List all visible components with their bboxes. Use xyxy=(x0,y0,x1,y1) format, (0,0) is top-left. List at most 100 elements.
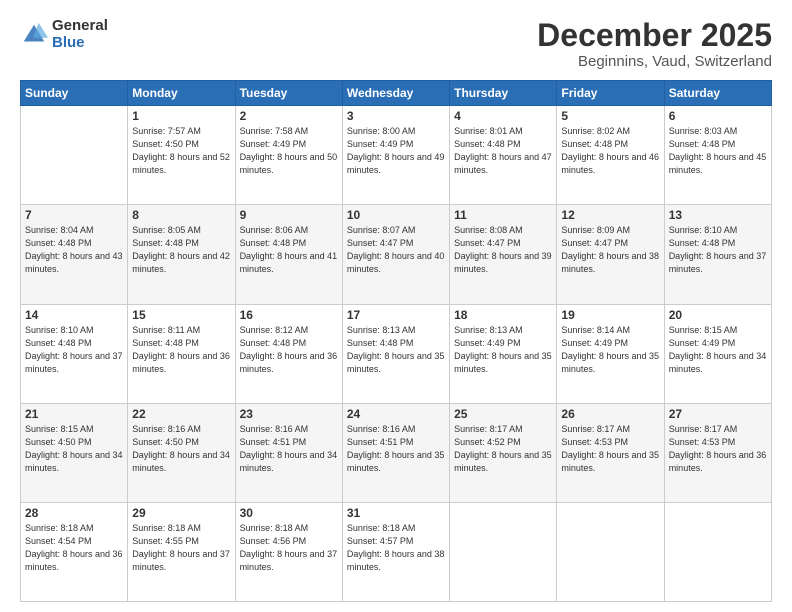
day-info-line: Sunrise: 8:10 AM xyxy=(669,225,738,235)
day-info-line: Sunset: 4:50 PM xyxy=(132,437,199,447)
day-info-line: Sunset: 4:57 PM xyxy=(347,536,414,546)
day-info-line: Daylight: 8 hours and 42 minutes. xyxy=(132,251,230,274)
day-number: 10 xyxy=(347,208,445,222)
day-info-line: Sunrise: 8:16 AM xyxy=(132,424,201,434)
day-info-line: Daylight: 8 hours and 36 minutes. xyxy=(25,549,123,572)
day-info-line: Sunset: 4:48 PM xyxy=(132,338,199,348)
calendar-day-cell xyxy=(557,502,664,601)
day-info-line: Daylight: 8 hours and 52 minutes. xyxy=(132,152,230,175)
day-info-line: Daylight: 8 hours and 50 minutes. xyxy=(240,152,338,175)
day-info: Sunrise: 8:07 AMSunset: 4:47 PMDaylight:… xyxy=(347,224,445,276)
calendar-day-cell: 3Sunrise: 8:00 AMSunset: 4:49 PMDaylight… xyxy=(342,106,449,205)
calendar-day-cell: 21 Sunrise: 8:15 AMSunset: 4:50 PMDayligh… xyxy=(21,403,128,502)
day-info-line: Sunrise: 7:58 AM xyxy=(240,126,309,136)
day-info-line: Sunset: 4:48 PM xyxy=(132,238,199,248)
day-info-line: Sunset: 4:47 PM xyxy=(454,238,521,248)
day-info-line: Sunset: 4:49 PM xyxy=(240,139,307,149)
logo-text: General Blue xyxy=(52,18,108,51)
day-info-line: Sunrise: 8:18 AM xyxy=(132,523,201,533)
day-number: 8 xyxy=(132,208,230,222)
calendar-day-cell: 30Sunrise: 8:18 AMSunset: 4:56 PMDayligh… xyxy=(235,502,342,601)
day-number: 23 xyxy=(240,407,338,421)
day-info: Sunrise: 8:13 AMSunset: 4:48 PMDaylight:… xyxy=(347,324,445,376)
day-number: 2 xyxy=(240,109,338,123)
day-info-line: Sunset: 4:50 PM xyxy=(132,139,199,149)
day-number: 26 xyxy=(561,407,659,421)
day-info: Sunrise: 7:58 AM Sunset: 4:49 PM Daylight:… xyxy=(240,125,338,177)
day-info-line: Daylight: 8 hours and 39 minutes. xyxy=(454,251,552,274)
calendar-header-row: SundayMondayTuesdayWednesdayThursdayFrid… xyxy=(21,81,772,106)
calendar-day-cell xyxy=(450,502,557,601)
day-info-line: Sunrise: 8:01 AM xyxy=(454,126,523,136)
day-info-line: Sunset: 4:55 PM xyxy=(132,536,199,546)
day-info-line: Sunset: 4:47 PM xyxy=(561,238,628,248)
day-info-line: Daylight: 8 hours and 47 minutes. xyxy=(454,152,552,175)
calendar-day-cell: 31 Sunrise: 8:18 AM Sunset: 4:57 PM Dayligh… xyxy=(342,502,449,601)
day-info-line: Sunrise: 8:15 AM xyxy=(25,424,94,434)
calendar-day-cell: 13Sunrise: 8:10 AMSunset: 4:48 PMDayligh… xyxy=(664,205,771,304)
day-info-line: Sunrise: 7:57 AM xyxy=(132,126,201,136)
day-info-line: Sunset: 4:54 PM xyxy=(25,536,92,546)
day-info-line: Sunset: 4:52 PM xyxy=(454,437,521,447)
calendar-day-cell: 19Sunrise: 8:14 AMSunset: 4:49 PMDayligh… xyxy=(557,304,664,403)
weekday-header: Saturday xyxy=(664,81,771,106)
day-number: 31 xyxy=(347,506,445,520)
day-info: Sunrise: 8:03 AMSunset: 4:48 PMDaylight:… xyxy=(669,125,767,177)
day-number: 21 xyxy=(25,407,123,421)
day-info-line: Sunrise: 8:18 AM xyxy=(347,523,416,533)
day-info-line: Sunset: 4:48 PM xyxy=(240,338,307,348)
day-info-line: Daylight: 8 hours and 43 minutes. xyxy=(25,251,123,274)
day-number: 16 xyxy=(240,308,338,322)
day-info-line: Daylight: 8 hours and 38 minutes. xyxy=(347,549,445,572)
calendar-day-cell: 26 Sunrise: 8:17 AMSunset: 4:53 PMDayligh… xyxy=(557,403,664,502)
calendar-day-cell: 12Sunrise: 8:09 AMSunset: 4:47 PMDayligh… xyxy=(557,205,664,304)
day-info-line: Sunrise: 8:14 AM xyxy=(561,325,630,335)
calendar-week-row: 1 Sunrise: 7:57 AM Sunset: 4:50 PM Daylight… xyxy=(21,106,772,205)
day-number: 18 xyxy=(454,308,552,322)
day-info: Sunrise: 8:05 AMSunset: 4:48 PMDaylight:… xyxy=(132,224,230,276)
day-number: 24 xyxy=(347,407,445,421)
calendar-day-cell: 17Sunrise: 8:13 AMSunset: 4:48 PMDayligh… xyxy=(342,304,449,403)
calendar-day-cell xyxy=(21,106,128,205)
day-info-line: Daylight: 8 hours and 40 minutes. xyxy=(347,251,445,274)
day-number: 25 xyxy=(454,407,552,421)
calendar-day-cell: 8 Sunrise: 8:05 AMSunset: 4:48 PMDaylight… xyxy=(128,205,235,304)
day-info-line: Sunrise: 8:07 AM xyxy=(347,225,416,235)
logo-blue-text: Blue xyxy=(52,35,108,52)
day-info: Sunrise: 8:17 AMSunset: 4:52 PMDaylight:… xyxy=(454,423,552,475)
day-number: 29 xyxy=(132,506,230,520)
calendar-day-cell: 20Sunrise: 8:15 AMSunset: 4:49 PMDayligh… xyxy=(664,304,771,403)
day-info: Sunrise: 8:01 AM Sunset: 4:48 PM Daylight:… xyxy=(454,125,552,177)
day-info-line: Sunrise: 8:15 AM xyxy=(669,325,738,335)
day-info-line: Sunset: 4:53 PM xyxy=(669,437,736,447)
day-info-line: Sunrise: 8:12 AM xyxy=(240,325,309,335)
calendar-day-cell: 23 Sunrise: 8:16 AM Sunset: 4:51 PM Dayligh… xyxy=(235,403,342,502)
day-info-line: Sunrise: 8:16 AM xyxy=(240,424,309,434)
day-info: Sunrise: 8:16 AMSunset: 4:51 PMDaylight:… xyxy=(347,423,445,475)
day-info-line: Daylight: 8 hours and 35 minutes. xyxy=(561,450,659,473)
day-info: Sunrise: 8:15 AMSunset: 4:49 PMDaylight:… xyxy=(669,324,767,376)
day-info: Sunrise: 8:17 AMSunset: 4:53 PMDaylight:… xyxy=(561,423,659,475)
header: General Blue December 2025 Beginnins, Va… xyxy=(20,18,772,70)
weekday-header: Sunday xyxy=(21,81,128,106)
day-info: Sunrise: 8:11 AMSunset: 4:48 PMDaylight:… xyxy=(132,324,230,376)
day-info: Sunrise: 8:17 AMSunset: 4:53 PMDaylight:… xyxy=(669,423,767,475)
day-info-line: Sunset: 4:51 PM xyxy=(347,437,414,447)
day-info-line: Sunset: 4:48 PM xyxy=(454,139,521,149)
day-info-line: Sunset: 4:51 PM xyxy=(240,437,307,447)
day-info-line: Daylight: 8 hours and 34 minutes. xyxy=(240,450,338,473)
day-info: Sunrise: 8:02 AMSunset: 4:48 PMDaylight:… xyxy=(561,125,659,177)
day-number: 1 xyxy=(132,109,230,123)
day-info-line: Sunset: 4:48 PM xyxy=(25,238,92,248)
day-info-line: Daylight: 8 hours and 35 minutes. xyxy=(454,351,552,374)
day-info: Sunrise: 8:12 AMSunset: 4:48 PMDaylight:… xyxy=(240,324,338,376)
day-info-line: Daylight: 8 hours and 41 minutes. xyxy=(240,251,338,274)
subtitle: Beginnins, Vaud, Switzerland xyxy=(537,53,772,70)
day-number: 30 xyxy=(240,506,338,520)
day-info-line: Sunrise: 8:13 AM xyxy=(454,325,523,335)
day-number: 6 xyxy=(669,109,767,123)
day-info: Sunrise: 8:10 AMSunset: 4:48 PMDaylight:… xyxy=(669,224,767,276)
day-info-line: Daylight: 8 hours and 37 minutes. xyxy=(132,549,230,572)
logo-icon xyxy=(20,21,48,49)
day-info: Sunrise: 8:15 AMSunset: 4:50 PMDaylight:… xyxy=(25,423,123,475)
